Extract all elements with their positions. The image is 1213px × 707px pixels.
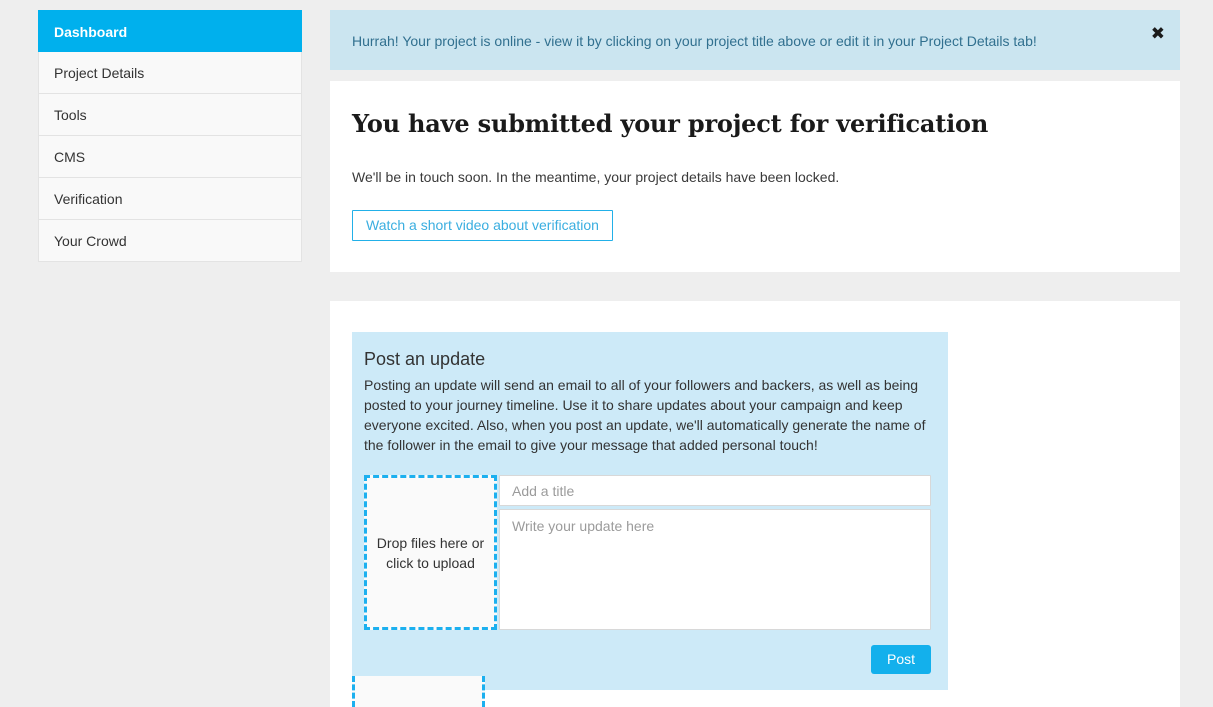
sidebar-item-cms[interactable]: CMS (38, 136, 302, 178)
sidebar-item-project-details[interactable]: Project Details (38, 52, 302, 94)
post-update-card: Post an update Posting an update will se… (330, 301, 1180, 707)
sidebar-item-label: Verification (54, 191, 123, 207)
watch-video-button[interactable]: Watch a short video about verification (352, 210, 613, 241)
page-root: Dashboard Project Details Tools CMS Veri… (0, 0, 1213, 707)
sidebar-item-your-crowd[interactable]: Your Crowd (38, 220, 302, 262)
update-title-input[interactable] (499, 475, 931, 506)
alert-banner: Hurrah! Your project is online - view it… (330, 10, 1180, 70)
post-update-title: Post an update (364, 349, 486, 369)
sidebar-item-verification[interactable]: Verification (38, 178, 302, 220)
verification-card: You have submitted your project for veri… (330, 81, 1180, 272)
file-dropzone-label: Drop files here or click to upload (376, 534, 485, 571)
sidebar-item-dashboard[interactable]: Dashboard (38, 10, 302, 52)
sidebar-item-label: Dashboard (54, 24, 128, 40)
page-title: You have submitted your project for veri… (352, 109, 989, 138)
alert-message: Hurrah! Your project is online - view it… (352, 33, 1037, 49)
file-dropzone[interactable]: Drop files here or click to upload (364, 475, 497, 630)
sidebar-item-label: Project Details (54, 65, 145, 81)
post-update-panel: Post an update Posting an update will se… (352, 332, 948, 690)
update-body-input[interactable] (499, 509, 931, 630)
verification-subtext: We'll be in touch soon. In the meantime,… (352, 169, 840, 185)
compose-fields (499, 475, 931, 630)
sidebar-item-label: Tools (54, 107, 87, 123)
next-file-dropzone[interactable] (352, 676, 485, 707)
close-icon[interactable]: ✖ (1151, 26, 1165, 43)
sidebar-item-label: Your Crowd (54, 233, 127, 249)
post-update-description: Posting an update will send an email to … (364, 377, 926, 453)
post-button[interactable]: Post (870, 645, 931, 674)
post-update-actions: Post (364, 645, 931, 674)
sidebar-item-tools[interactable]: Tools (38, 94, 302, 136)
sidebar: Dashboard Project Details Tools CMS Veri… (38, 10, 302, 262)
compose-area: Drop files here or click to upload (364, 475, 931, 630)
sidebar-item-label: CMS (54, 149, 86, 165)
